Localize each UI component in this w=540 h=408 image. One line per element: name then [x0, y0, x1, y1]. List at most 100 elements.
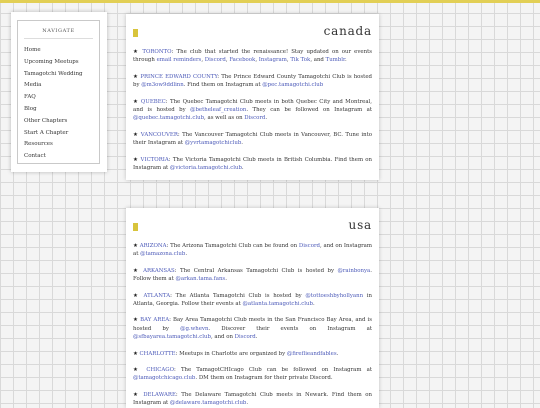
entry-link[interactable]: @sfbayarea.tamagotchi.club: [133, 334, 211, 340]
entry-text: .: [312, 301, 315, 308]
section-title: canada: [323, 24, 372, 38]
star-icon: ★: [133, 156, 141, 163]
chapter-name-link[interactable]: QUEBEC: [141, 99, 166, 105]
navigation-sidebar: NAVIGATE Home Upcoming Meetups Tamagotchi …: [11, 12, 107, 172]
star-icon: ★: [133, 49, 143, 55]
chapter-entry: ★ ARIZONA: The Arizona Tamagotchi Club c…: [133, 242, 372, 259]
entry-text: : Meetups in Charlotte are organized by: [175, 350, 287, 357]
entry-text: .: [265, 115, 268, 122]
entry-link[interactable]: Discord: [299, 243, 320, 249]
entry-text: : The TamagotCHIcago Club can be followe…: [174, 367, 372, 374]
entry-text: . They can be followed on Instagram at: [246, 107, 372, 114]
chapter-entry: ★ ARKANSAS: The Central Arkansas Tamagot…: [133, 267, 372, 284]
entry-link[interactable]: @arkan.tama.fans: [175, 276, 225, 282]
chapter-name-link[interactable]: ARIZONA: [140, 243, 167, 249]
entry-link[interactable]: @victoria.tamagotchi.club: [170, 165, 242, 171]
chapter-list: ★ TORONTO: The club that started the ren…: [133, 48, 372, 172]
star-icon: ★: [133, 267, 144, 274]
section-header: canada: [133, 24, 372, 42]
entry-text: .: [246, 400, 249, 407]
entry-link[interactable]: @delaware.tamagotchi.club: [170, 400, 246, 406]
entry-link[interactable]: @tamazona.club: [140, 251, 185, 257]
entry-link[interactable]: @g.whevn: [180, 326, 208, 332]
entry-link[interactable]: @rainbonya: [337, 268, 370, 274]
chapter-name-link[interactable]: ATLANTA: [144, 293, 171, 299]
chapter-entry: ★ DELAWARE: The Delaware Tamagotchi Club…: [133, 391, 372, 408]
chapter-entry: ★ TORONTO: The club that started the ren…: [133, 48, 372, 65]
entry-link[interactable]: @tottoeshbyhollyann: [305, 293, 363, 299]
section-title: usa: [348, 218, 372, 232]
entry-text: , and on: [210, 334, 235, 341]
canada-section: canada ★ TORONTO: The club that started …: [126, 14, 379, 180]
star-icon: ★: [133, 367, 147, 374]
star-icon: ★: [133, 131, 141, 138]
entry-text: .: [336, 350, 339, 357]
chapter-name-link[interactable]: TORONTO: [142, 49, 171, 55]
nav-item-home[interactable]: Home: [24, 45, 99, 57]
entry-link[interactable]: @m3ow9ddlinn: [141, 82, 184, 88]
entry-text: , and: [310, 57, 326, 64]
nav-item-upcoming-meetups[interactable]: Upcoming Meetups: [24, 57, 99, 69]
entry-link[interactable]: Instagram: [259, 57, 287, 63]
entry-link[interactable]: Discord: [235, 334, 256, 340]
chapter-name-link[interactable]: VICTORIA: [141, 157, 169, 163]
chapter-name-link[interactable]: VANCOUVER: [141, 132, 178, 138]
star-icon: ★: [133, 98, 141, 105]
chapter-name-link[interactable]: DELAWARE: [143, 392, 176, 398]
chapter-name-link[interactable]: ARKANSAS: [143, 268, 175, 274]
chapter-name-link[interactable]: CHICAGO: [146, 367, 174, 373]
entry-text: .: [344, 57, 347, 64]
entry-link[interactable]: Tik Tok: [290, 57, 310, 63]
chapter-name-link[interactable]: CHARLOTTE: [140, 351, 176, 357]
entry-text: .: [255, 334, 258, 341]
nav-item-resources[interactable]: Resources: [24, 139, 99, 151]
entry-text: .: [241, 165, 244, 172]
entry-link[interactable]: @pec.tamagotchi.club: [262, 82, 323, 88]
entry-text: : The Central Arkansas Tamagotchi Club i…: [174, 267, 338, 274]
entry-text: : The Arizona Tamagotchi Club can be fou…: [166, 243, 299, 249]
entry-text: .: [241, 140, 243, 147]
usa-section: usa ★ ARIZONA: The Arizona Tamagotchi Cl…: [126, 208, 379, 408]
chapter-entry: ★ BAY AREA: Bay Area Tamagotchi Club mee…: [133, 316, 372, 341]
nav-item-faq[interactable]: FAQ: [24, 92, 99, 104]
section-marker-icon: [133, 223, 138, 231]
entry-link[interactable]: Facebook: [229, 57, 255, 63]
entry-text: .: [185, 251, 188, 258]
nav-item-blog[interactable]: Blog: [24, 104, 99, 116]
top-accent-bar: [0, 0, 540, 3]
nav-item-contact[interactable]: Contact: [24, 151, 99, 163]
entry-text: , as well as on: [204, 115, 245, 122]
chapter-list: ★ ARIZONA: The Arizona Tamagotchi Club c…: [133, 242, 372, 408]
nav-item-start-a-chapter[interactable]: Start A Chapter: [24, 128, 99, 140]
star-icon: ★: [133, 243, 140, 249]
star-icon: ★: [133, 391, 144, 398]
chapter-name-link[interactable]: BAY AREA: [140, 317, 169, 323]
entry-link[interactable]: Discord: [205, 57, 226, 63]
nav-item-tamagotchi-wedding[interactable]: Tamagotchi Wedding: [24, 69, 99, 81]
entry-link[interactable]: @yvrtamagotchiclub: [185, 140, 242, 146]
nav-item-media[interactable]: Media: [24, 80, 99, 92]
entry-text: : The Victoria Tamagotchi Club meets in …: [133, 156, 373, 172]
navigation-panel: NAVIGATE Home Upcoming Meetups Tamagotchi …: [17, 20, 100, 164]
nav-title: NAVIGATE: [24, 28, 93, 39]
nav-menu: Home Upcoming Meetups Tamagotchi Wedding Me…: [18, 45, 99, 163]
entry-link[interactable]: @tamagotchicago.club: [133, 375, 195, 381]
chapter-entry: ★ VANCOUVER: The Vancouver Tamagotchi Cl…: [133, 131, 372, 148]
chapter-entry: ★ CHICAGO: The TamagotCHIcago Club can b…: [133, 366, 372, 383]
chapter-entry: ★ CHARLOTTE: Meetups in Charlotte are or…: [133, 350, 372, 358]
entry-link[interactable]: @betheleaf_creation: [190, 107, 246, 113]
entry-text: . DM them on Instagram for their private…: [195, 375, 333, 382]
chapter-name-link[interactable]: PRINCE EDWARD COUNTY: [140, 74, 217, 80]
nav-item-other-chapters[interactable]: Other Chapters: [24, 116, 99, 128]
section-marker-icon: [133, 29, 138, 37]
entry-link[interactable]: @quebec.tamagotchi.club: [133, 115, 204, 121]
entry-link[interactable]: Discord: [244, 115, 265, 121]
section-header: usa: [133, 218, 372, 236]
chapter-entry: ★ QUEBEC: The Quebec Tamagotchi Club mee…: [133, 98, 372, 123]
entry-link[interactable]: @fireflieandfables: [287, 351, 337, 357]
chapter-entry: ★ PRINCE EDWARD COUNTY: The Prince Edwar…: [133, 73, 372, 90]
entry-text: : The Atlanta Tamagotchi Club is hosted …: [170, 292, 306, 299]
entry-link[interactable]: email reminders: [157, 57, 202, 63]
entry-link[interactable]: @atlanta.tamagotchi.club: [243, 301, 313, 307]
entry-link[interactable]: Tumblr: [326, 57, 345, 63]
